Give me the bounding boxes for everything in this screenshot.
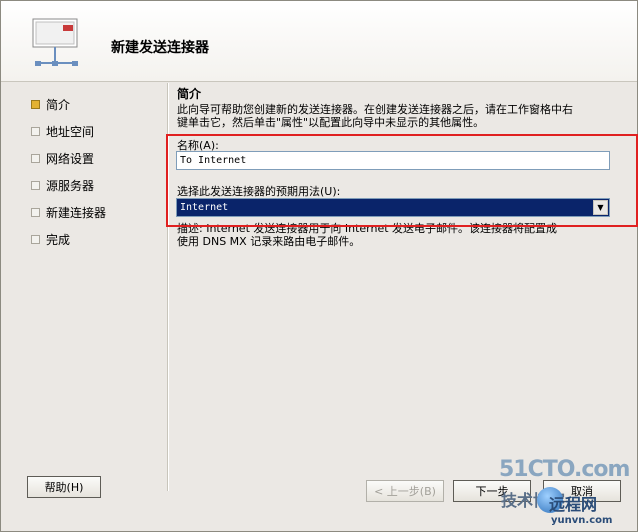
active-step-bullet-icon bbox=[31, 100, 40, 109]
step-bullet-icon bbox=[31, 154, 40, 163]
nav-step-network-settings[interactable]: 网络设置 bbox=[31, 145, 161, 172]
help-button[interactable]: 帮助(H) bbox=[27, 476, 101, 498]
nav-step-label: 新建连接器 bbox=[46, 206, 107, 220]
red-highlight-box bbox=[166, 134, 638, 227]
intro-line: 键单击它，然后单击"属性"以配置此向导中未显示的其他属性。 bbox=[177, 116, 485, 129]
description-line: 使用 DNS MX 记录来路由电子邮件。 bbox=[177, 235, 361, 248]
nav-step-label: 完成 bbox=[46, 233, 71, 247]
wizard-title: 新建发送连接器 bbox=[111, 40, 209, 56]
nav-step-label: 源服务器 bbox=[46, 179, 95, 193]
step-bullet-icon bbox=[31, 127, 40, 136]
intro-line: 此向导可帮助您创建新的发送连接器。在创建发送连接器之后，请在工作窗格中右 bbox=[177, 103, 573, 116]
step-bullet-icon bbox=[31, 235, 40, 244]
nav-step-complete[interactable]: 完成 bbox=[31, 226, 161, 253]
site-watermark: 51CTO.com 技术博客 远程网 yunvn.com bbox=[495, 457, 638, 531]
back-button[interactable]: < 上一步(B) bbox=[366, 480, 444, 502]
connector-wizard-icon bbox=[32, 18, 78, 66]
nav-step-source-server[interactable]: 源服务器 bbox=[31, 172, 161, 199]
intro-section: 简介 此向导可帮助您创建新的发送连接器。在创建发送连接器之后，请在工作窗格中右 … bbox=[177, 85, 617, 129]
nav-step-address-space[interactable]: 地址空间 bbox=[31, 118, 161, 145]
watermark-text: yunvn.com bbox=[551, 515, 613, 526]
watermark-text: 远程网 bbox=[549, 495, 598, 514]
nav-step-new-connector[interactable]: 新建连接器 bbox=[31, 199, 161, 226]
nav-step-label: 简介 bbox=[46, 98, 71, 112]
intro-text: 此向导可帮助您创建新的发送连接器。在创建发送连接器之后，请在工作窗格中右 键单击… bbox=[177, 103, 609, 129]
nav-step-intro[interactable]: 简介 bbox=[31, 91, 161, 118]
watermark-text: 51CTO.com bbox=[499, 457, 630, 482]
wizard-header: 新建发送连接器 bbox=[1, 1, 637, 82]
step-bullet-icon bbox=[31, 208, 40, 217]
wizard-window: 新建发送连接器 简介 地址空间 网络设置 源服务器 新建连接器 完成 简介 此向… bbox=[0, 0, 638, 532]
nav-step-label: 网络设置 bbox=[46, 152, 95, 166]
step-bullet-icon bbox=[31, 181, 40, 190]
nav-step-label: 地址空间 bbox=[46, 125, 95, 139]
wizard-steps-nav: 简介 地址空间 网络设置 源服务器 新建连接器 完成 bbox=[31, 91, 161, 253]
section-title: 简介 bbox=[177, 87, 202, 101]
